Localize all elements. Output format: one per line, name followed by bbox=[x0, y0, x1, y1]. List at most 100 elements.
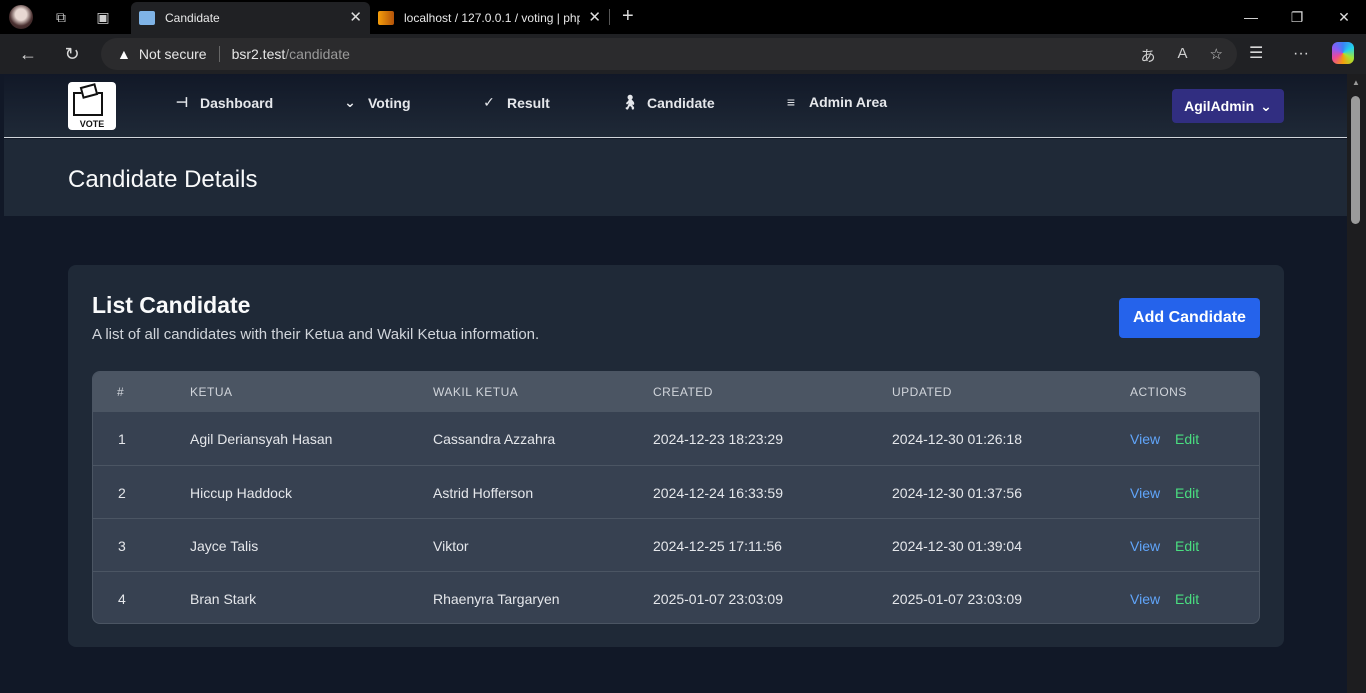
favorites-icon[interactable]: ☰ bbox=[1249, 44, 1263, 64]
nav-label: Voting bbox=[368, 94, 411, 111]
tab-title: localhost / 127.0.0.1 / voting | php bbox=[404, 11, 580, 25]
candidate-card: List Candidate A list of all candidates … bbox=[68, 265, 1284, 647]
url-divider bbox=[218, 46, 220, 62]
cell-updated: 2024-12-30 01:26:18 bbox=[892, 431, 1022, 447]
cell-number: 4 bbox=[118, 591, 126, 607]
close-tab-icon[interactable]: ✕ bbox=[588, 10, 601, 26]
nav-voting[interactable]: ⌄ Voting bbox=[342, 94, 411, 111]
nav-candidate[interactable]: 🚶︎ Candidate bbox=[621, 94, 715, 111]
warning-icon: ▲ bbox=[117, 46, 131, 62]
col-actions: ACTIONS bbox=[1130, 385, 1187, 399]
vote-logo[interactable]: VOTE bbox=[68, 82, 116, 130]
scroll-up-icon[interactable]: ▲ bbox=[1352, 78, 1360, 87]
cell-number: 2 bbox=[118, 485, 126, 501]
cell-updated: 2024-12-30 01:39:04 bbox=[892, 538, 1022, 554]
url-field[interactable]: ▲ Not secure bsr2.test/candidate あ A ☆ bbox=[101, 38, 1237, 70]
card-description: A list of all candidates with their Ketu… bbox=[92, 326, 540, 343]
window-close-icon[interactable]: ✕ bbox=[1334, 8, 1354, 26]
edit-link[interactable]: Edit bbox=[1175, 591, 1199, 607]
cell-updated: 2024-12-30 01:37:56 bbox=[892, 485, 1022, 501]
cell-ketua: Agil Deriansyah Hasan bbox=[190, 431, 333, 447]
cell-ketua: Hiccup Haddock bbox=[190, 485, 292, 501]
tab-phpmyadmin[interactable]: localhost / 127.0.0.1 / voting | php ✕ bbox=[370, 2, 609, 34]
profile-avatar[interactable] bbox=[9, 5, 33, 29]
new-tab-icon[interactable]: + bbox=[622, 6, 634, 26]
copilot-icon[interactable] bbox=[1332, 42, 1354, 64]
nav-label: Result bbox=[507, 94, 550, 111]
nav-label: Dashboard bbox=[200, 94, 274, 111]
col-updated: UPDATED bbox=[892, 385, 952, 399]
edit-link[interactable]: Edit bbox=[1175, 538, 1199, 554]
url-host: bsr2.test bbox=[231, 46, 286, 62]
page-viewport: VOTE ⊣ Dashboard ⌄ Voting ✓ Result 🚶︎ Ca… bbox=[4, 74, 1347, 693]
admin-icon: ≡ bbox=[786, 94, 796, 110]
nav-result[interactable]: ✓ Result bbox=[481, 94, 550, 111]
col-wakil-ketua: WAKIL KETUA bbox=[433, 385, 519, 399]
tab-candidate[interactable]: Candidate ✕ bbox=[131, 2, 370, 34]
page-header: Candidate Details bbox=[4, 139, 1347, 216]
col-created: CREATED bbox=[653, 385, 713, 399]
table-header: # KETUA WAKIL KETUA CREATED UPDATED ACTI… bbox=[93, 372, 1259, 412]
favorite-star-icon[interactable]: ☆ bbox=[1210, 45, 1223, 66]
cell-ketua: Jayce Talis bbox=[190, 538, 259, 554]
restore-icon[interactable]: ❐ bbox=[1287, 8, 1307, 26]
page-title: Candidate Details bbox=[68, 166, 258, 193]
browser-tab-strip: ⧉ ▣ Candidate ✕ localhost / 127.0.0.1 / … bbox=[0, 0, 1366, 34]
view-link[interactable]: View bbox=[1130, 485, 1160, 501]
view-link[interactable]: View bbox=[1130, 591, 1160, 607]
candidate-table: # KETUA WAKIL KETUA CREATED UPDATED ACTI… bbox=[92, 371, 1260, 624]
table-row: 4 Bran Stark Rhaenyra Targaryen 2025-01-… bbox=[93, 571, 1259, 623]
dashboard-icon: ⊣ bbox=[175, 94, 189, 110]
tab-title: Candidate bbox=[165, 11, 220, 25]
nav-admin-area[interactable]: ≡ Admin Area bbox=[783, 94, 887, 110]
col-number: # bbox=[117, 385, 125, 399]
card-title: List Candidate bbox=[92, 292, 251, 318]
chevron-down-icon: ⌄ bbox=[1260, 97, 1272, 114]
cell-number: 3 bbox=[118, 538, 126, 554]
back-icon[interactable]: ← bbox=[16, 44, 40, 64]
close-tab-icon[interactable]: ✕ bbox=[349, 10, 362, 26]
table-row: 1 Agil Deriansyah Hasan Cassandra Azzahr… bbox=[93, 412, 1259, 465]
view-link[interactable]: View bbox=[1130, 538, 1160, 554]
cell-number: 1 bbox=[118, 431, 126, 447]
table-row: 2 Hiccup Haddock Astrid Hofferson 2024-1… bbox=[93, 465, 1259, 518]
cell-updated: 2025-01-07 23:03:09 bbox=[892, 591, 1022, 607]
col-ketua: KETUA bbox=[190, 385, 233, 399]
minimize-icon[interactable]: — bbox=[1241, 8, 1261, 26]
phpmyadmin-favicon-icon bbox=[378, 11, 394, 25]
edit-link[interactable]: Edit bbox=[1175, 485, 1199, 501]
cell-wakil-ketua: Viktor bbox=[433, 538, 469, 554]
person-icon: 🚶︎ bbox=[621, 94, 639, 110]
reload-icon[interactable]: ↻ bbox=[60, 44, 84, 64]
security-label: Not secure bbox=[138, 46, 207, 62]
tab-actions-icon[interactable]: ▣ bbox=[94, 8, 112, 26]
workspaces-icon[interactable]: ⧉ bbox=[52, 8, 70, 26]
more-menu-icon[interactable]: ··· bbox=[1293, 44, 1309, 64]
result-icon: ✓ bbox=[483, 94, 495, 110]
translate-icon[interactable]: あ bbox=[1141, 45, 1156, 66]
edit-link[interactable]: Edit bbox=[1175, 431, 1199, 447]
tab-divider bbox=[609, 9, 610, 25]
page-scrollbar[interactable]: ▲ bbox=[1347, 74, 1366, 693]
nav-dashboard[interactable]: ⊣ Dashboard bbox=[174, 94, 274, 111]
app-navbar: VOTE ⊣ Dashboard ⌄ Voting ✓ Result 🚶︎ Ca… bbox=[4, 74, 1347, 138]
scroll-thumb[interactable] bbox=[1351, 96, 1360, 224]
user-name: AgilAdmin bbox=[1184, 98, 1255, 114]
nav-label: Candidate bbox=[647, 94, 715, 111]
cell-created: 2024-12-23 18:23:29 bbox=[653, 431, 783, 447]
view-link[interactable]: View bbox=[1130, 431, 1160, 447]
logo-text: VOTE bbox=[79, 119, 105, 129]
page-favicon-icon bbox=[139, 11, 155, 25]
cell-ketua: Bran Stark bbox=[190, 591, 257, 607]
url-path: /candidate bbox=[285, 46, 350, 62]
cell-created: 2024-12-24 16:33:59 bbox=[653, 485, 783, 501]
chevron-down-icon: ⌄ bbox=[344, 94, 356, 110]
nav-label: Admin Area bbox=[809, 94, 888, 110]
user-menu-button[interactable]: AgilAdmin ⌄ bbox=[1172, 89, 1284, 123]
add-candidate-button[interactable]: Add Candidate bbox=[1119, 298, 1260, 338]
read-aloud-icon[interactable]: A bbox=[1178, 45, 1188, 66]
cell-wakil-ketua: Astrid Hofferson bbox=[433, 485, 534, 501]
cell-created: 2025-01-07 23:03:09 bbox=[653, 591, 783, 607]
cell-wakil-ketua: Cassandra Azzahra bbox=[433, 431, 556, 447]
address-bar-area: ← ↻ ▲ Not secure bsr2.test/candidate あ A… bbox=[0, 34, 1366, 74]
